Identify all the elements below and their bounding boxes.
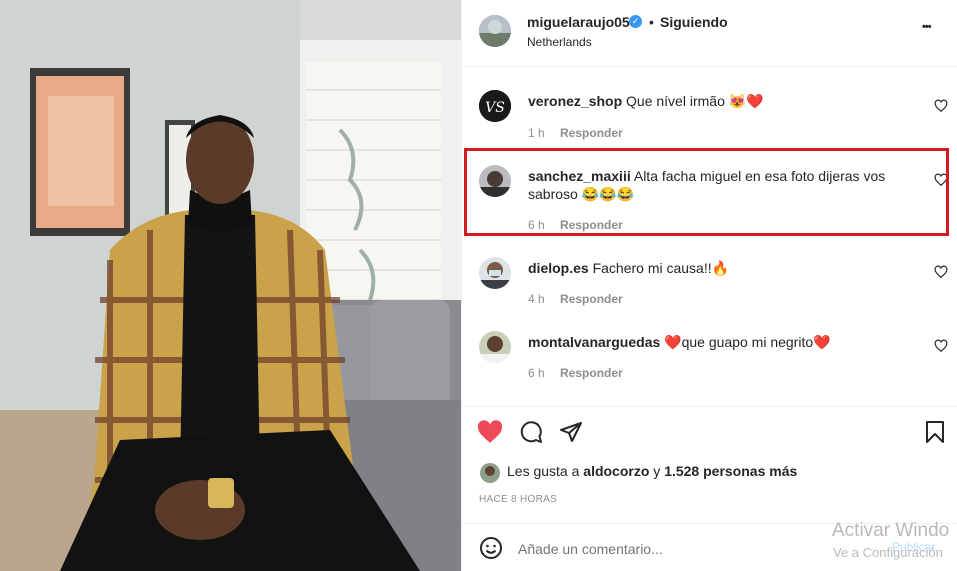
likes-connector: y bbox=[653, 463, 661, 479]
windows-activation-title: Activar Windo bbox=[832, 520, 950, 541]
like-heart-icon[interactable] bbox=[477, 420, 503, 444]
comment-time[interactable]: 4 h bbox=[528, 292, 545, 306]
commenter-username[interactable]: montalvanarguedas bbox=[528, 334, 660, 350]
post-image bbox=[0, 0, 461, 571]
comment-icon[interactable] bbox=[519, 420, 543, 444]
post-header: miguelaraujo05 ✓ • Siguiendo Netherlands… bbox=[462, 0, 957, 67]
commenter-avatar[interactable]: VS bbox=[479, 90, 511, 122]
post-actions: Les gusta a aldocorzo y 1.528 personas m… bbox=[462, 406, 957, 526]
likes-summary: Les gusta a aldocorzo y 1.528 personas m… bbox=[507, 463, 797, 479]
comment-time[interactable]: 6 h bbox=[528, 366, 545, 380]
comment-meta: 1 h Responder bbox=[528, 126, 635, 140]
like-comment-icon[interactable] bbox=[934, 265, 948, 279]
following-button[interactable]: Siguiendo bbox=[660, 14, 728, 30]
highlight-box bbox=[464, 148, 949, 236]
separator-dot: • bbox=[649, 14, 654, 30]
comment-body: Fachero mi causa!!🔥 bbox=[592, 260, 730, 276]
verified-badge-icon: ✓ bbox=[629, 15, 642, 28]
commenter-username[interactable]: veronez_shop bbox=[528, 93, 622, 109]
commenter-avatar[interactable] bbox=[479, 257, 511, 289]
comment-meta: 4 h Responder bbox=[528, 292, 635, 306]
liker-username[interactable]: aldocorzo bbox=[583, 463, 649, 479]
commenter-avatar[interactable] bbox=[479, 331, 511, 363]
more-options-icon[interactable]: ••• bbox=[922, 21, 932, 33]
comment-item: dielop.es Fachero mi causa!!🔥 4 h Respon… bbox=[462, 252, 957, 312]
comment-input[interactable] bbox=[516, 537, 850, 561]
svg-text:VS: VS bbox=[485, 100, 505, 116]
likes-count-link[interactable]: 1.528 personas más bbox=[664, 463, 797, 479]
reply-button[interactable]: Responder bbox=[560, 366, 623, 380]
author-username[interactable]: miguelaraujo05 bbox=[527, 14, 630, 30]
post-panel: miguelaraujo05 ✓ • Siguiendo Netherlands… bbox=[461, 0, 957, 571]
windows-activation-subtitle: Ve a Configuración bbox=[833, 545, 943, 560]
bookmark-icon[interactable] bbox=[925, 421, 945, 443]
like-comment-icon[interactable] bbox=[934, 339, 948, 353]
comment-text: montalvanarguedas ❤️que guapo mi negrito… bbox=[528, 333, 888, 351]
commenter-username[interactable]: dielop.es bbox=[528, 260, 589, 276]
comment-text: veronez_shop Que nível irmão 😻❤️ bbox=[528, 92, 888, 110]
post-photo[interactable] bbox=[0, 0, 461, 571]
location-link[interactable]: Netherlands bbox=[527, 35, 592, 49]
comment-meta: 6 h Responder bbox=[528, 366, 635, 380]
reply-button[interactable]: Responder bbox=[560, 126, 623, 140]
comment-text: dielop.es Fachero mi causa!!🔥 bbox=[528, 259, 888, 277]
emoji-icon[interactable] bbox=[479, 536, 503, 560]
comment-time[interactable]: 1 h bbox=[528, 126, 545, 140]
comment-item: montalvanarguedas ❤️que guapo mi negrito… bbox=[462, 326, 957, 386]
liker-avatar[interactable] bbox=[480, 463, 500, 483]
comment-item: VS veronez_shop Que nível irmão 😻❤️ 1 h … bbox=[462, 85, 957, 145]
author-avatar[interactable] bbox=[479, 15, 511, 47]
post-timestamp[interactable]: HACE 8 HORAS bbox=[479, 494, 557, 505]
comment-body: ❤️que guapo mi negrito❤️ bbox=[664, 334, 831, 350]
share-icon[interactable] bbox=[559, 420, 583, 444]
comment-body: Que nível irmão 😻❤️ bbox=[626, 93, 764, 109]
likes-prefix: Les gusta a bbox=[507, 463, 580, 479]
reply-button[interactable]: Responder bbox=[560, 292, 623, 306]
like-comment-icon[interactable] bbox=[934, 99, 948, 113]
